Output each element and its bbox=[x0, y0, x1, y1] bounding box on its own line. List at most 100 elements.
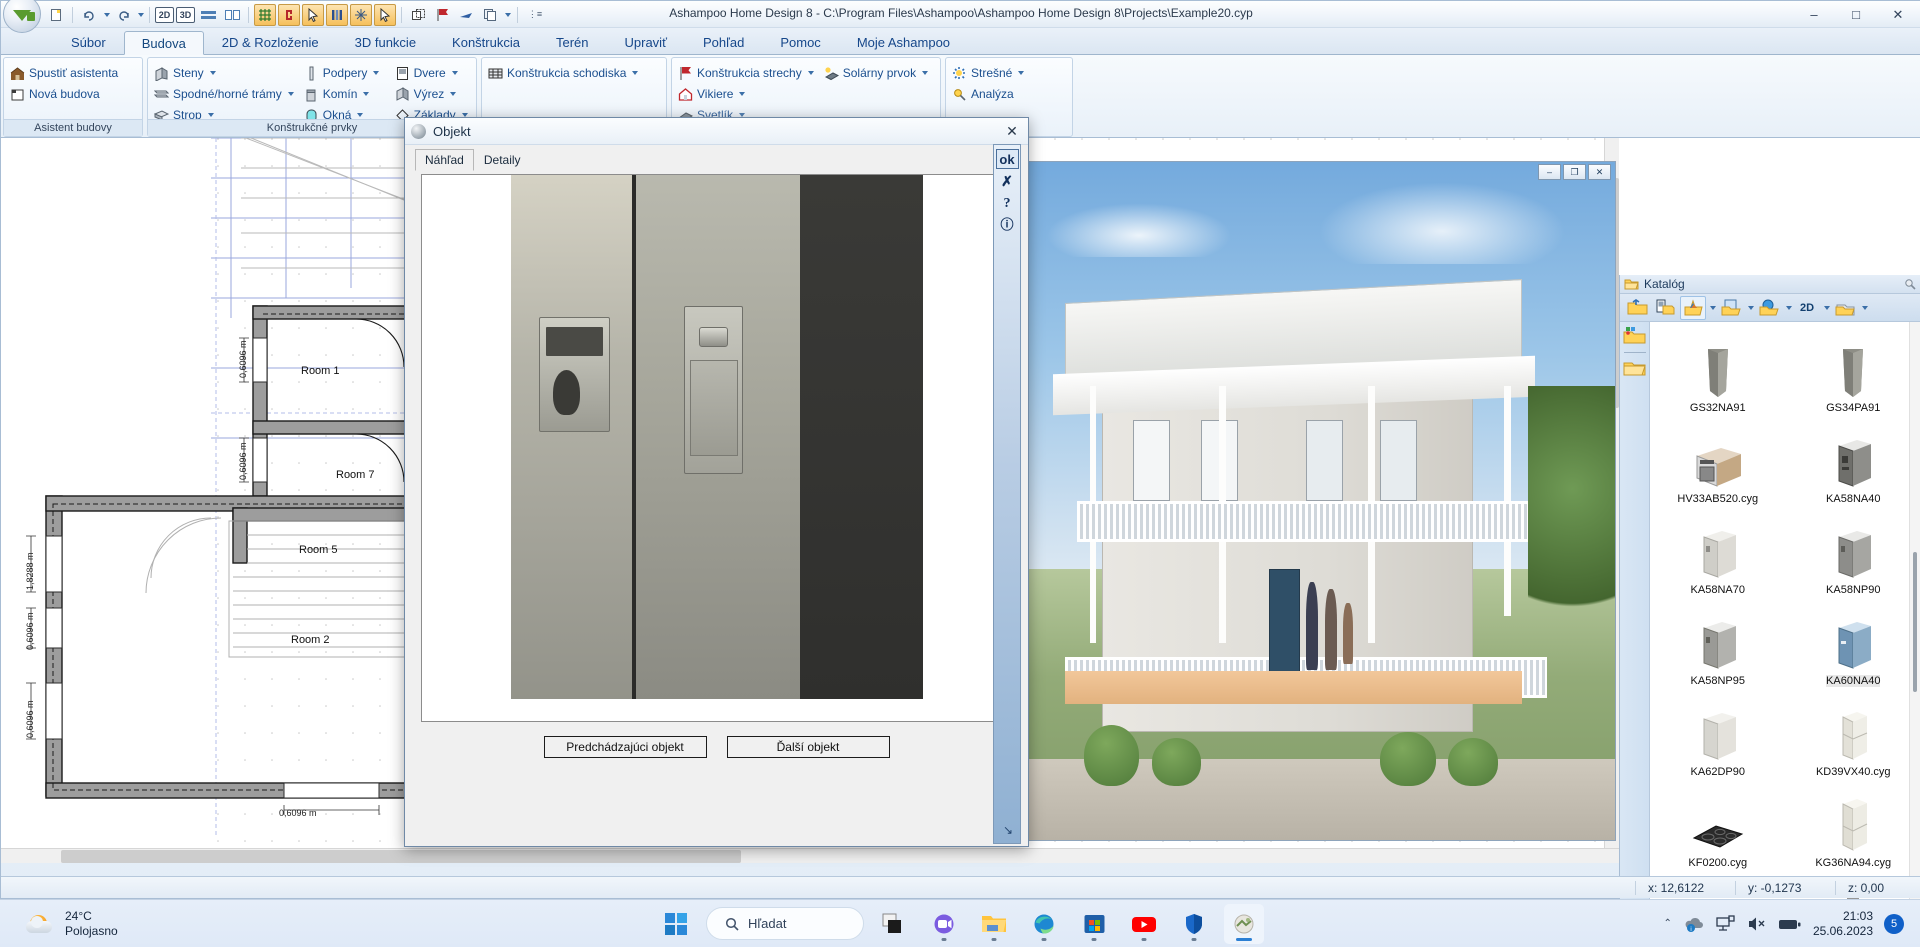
weather-widget[interactable]: 24°C Polojasno bbox=[26, 909, 118, 939]
catalog-item-grid[interactable]: GS32NA91 GS34PA91 HV33AB520.cyg KA58NA40… bbox=[1650, 322, 1920, 947]
catalog-item-selected[interactable]: KA60NA40 bbox=[1786, 601, 1920, 692]
chevron-down-icon[interactable] bbox=[357, 113, 364, 117]
ribbon-item-spustit-asistenta[interactable]: Spustiť asistenta bbox=[10, 64, 136, 82]
chevron-down-icon[interactable] bbox=[287, 92, 294, 96]
tab-upravit[interactable]: Upraviť bbox=[607, 30, 685, 54]
catalog-item[interactable]: HV33AB520.cyg bbox=[1650, 419, 1786, 510]
catalog-item[interactable]: KA58NP95 bbox=[1650, 601, 1786, 692]
chevron-down-icon[interactable] bbox=[1018, 71, 1025, 75]
catalog-item[interactable]: KF0200.cyg bbox=[1650, 783, 1786, 874]
catalog-properties-icon[interactable] bbox=[1623, 326, 1647, 346]
search-input[interactable]: Hľadat bbox=[706, 907, 864, 940]
maximize-button[interactable]: □ bbox=[1835, 4, 1877, 26]
catalog-materials-icon[interactable] bbox=[1756, 296, 1782, 320]
catalog-textures-icon[interactable] bbox=[1718, 296, 1744, 320]
catalog-item[interactable]: KA58NA70 bbox=[1650, 510, 1786, 601]
chevron-down-icon[interactable] bbox=[209, 71, 216, 75]
catalog-doors-icon[interactable] bbox=[1652, 296, 1678, 320]
catalog-root-icon[interactable] bbox=[1624, 296, 1650, 320]
ok-button[interactable]: ok bbox=[995, 149, 1019, 169]
teams-button[interactable] bbox=[924, 904, 964, 944]
chevron-down-icon[interactable] bbox=[739, 92, 746, 96]
edge-button[interactable] bbox=[1024, 904, 1064, 944]
start-button[interactable] bbox=[656, 904, 696, 944]
ribbon-item-stresne[interactable]: Strešné bbox=[952, 64, 1066, 82]
catalog-materials-dropdown-icon[interactable] bbox=[1786, 305, 1792, 310]
ribbon-item-konstrukcia-strechy[interactable]: Konštrukcia strechy bbox=[678, 64, 814, 82]
catalog-item[interactable]: KA58NA40 bbox=[1786, 419, 1920, 510]
volume-muted-icon[interactable] bbox=[1747, 915, 1767, 933]
catalog-groups-dropdown-icon[interactable] bbox=[1862, 305, 1868, 310]
catalog-item[interactable]: GS32NA91 bbox=[1650, 328, 1786, 419]
catalog-item[interactable]: KA62DP90 bbox=[1650, 692, 1786, 783]
dialog-close-button[interactable]: ✕ bbox=[1000, 122, 1024, 141]
catalog-2d-dropdown-icon[interactable] bbox=[1824, 305, 1830, 310]
pin-icon[interactable] bbox=[1903, 277, 1917, 291]
ribbon-item-dvere[interactable]: Dvere bbox=[395, 64, 470, 82]
info-button[interactable]: ⓘ bbox=[1000, 218, 1013, 231]
chevron-down-icon[interactable] bbox=[373, 71, 380, 75]
ribbon-item-komin[interactable]: Komín bbox=[304, 85, 385, 103]
tray-expand-icon[interactable]: ⌃ bbox=[1664, 918, 1672, 929]
ashampoo-home-design-button[interactable] bbox=[1224, 903, 1264, 944]
catalog-2d-icon[interactable]: 2D bbox=[1794, 296, 1820, 320]
scroll-thumb[interactable] bbox=[1913, 552, 1917, 692]
catalog-item[interactable]: KG36NA94.cyg bbox=[1786, 783, 1920, 874]
tab-teren[interactable]: Terén bbox=[538, 30, 607, 54]
catalog-item[interactable]: KD39VX40.cyg bbox=[1786, 692, 1920, 783]
horizontal-scrollbar[interactable] bbox=[1, 848, 1619, 863]
catalog-textures-dropdown-icon[interactable] bbox=[1748, 305, 1754, 310]
ribbon-item-konstrukcia-schodiska[interactable]: Konštrukcia schodiska bbox=[488, 64, 660, 82]
chevron-down-icon[interactable] bbox=[451, 71, 458, 75]
3d-minimize-button[interactable]: – bbox=[1538, 164, 1561, 180]
dialog-tab-nahlad[interactable]: Náhľad bbox=[415, 149, 474, 171]
tab-pohlad[interactable]: Pohľad bbox=[685, 30, 762, 54]
ribbon-item-analyza[interactable]: Analýza bbox=[952, 85, 1066, 103]
3d-view-window[interactable]: – ❐ ✕ bbox=[996, 161, 1616, 841]
previous-object-button[interactable]: Predchádzajúci objekt bbox=[543, 736, 707, 758]
tab-moje-ashampoo[interactable]: Moje Ashampoo bbox=[839, 30, 968, 54]
youtube-button[interactable] bbox=[1124, 904, 1164, 944]
taskbar-clock[interactable]: 21:03 25.06.2023 bbox=[1813, 909, 1873, 939]
tab-2d-rozlozenie[interactable]: 2D & Rozloženie bbox=[204, 30, 337, 54]
ribbon-item-nova-budova[interactable]: Nová budova bbox=[10, 85, 136, 103]
tab-subor[interactable]: Súbor bbox=[53, 30, 124, 54]
chevron-down-icon[interactable] bbox=[807, 71, 814, 75]
ribbon-item-solarny-prvok[interactable]: Solárny prvok bbox=[824, 64, 934, 82]
taskview-button[interactable] bbox=[874, 904, 914, 944]
ribbon-item-steny[interactable]: Steny bbox=[154, 64, 294, 82]
notification-badge[interactable]: 5 bbox=[1884, 913, 1904, 934]
chevron-down-icon[interactable] bbox=[363, 92, 370, 96]
3d-restore-button[interactable]: ❐ bbox=[1563, 164, 1586, 180]
dialog-resize-handle[interactable]: ↘ bbox=[1003, 823, 1013, 837]
ribbon-item-vikiere[interactable]: Vikiere bbox=[678, 85, 814, 103]
tab-3d-funkcie[interactable]: 3D funkcie bbox=[337, 30, 434, 54]
chevron-down-icon[interactable] bbox=[450, 92, 457, 96]
dialog-tab-detaily[interactable]: Detaily bbox=[474, 149, 531, 171]
close-button[interactable]: ✕ bbox=[1877, 4, 1919, 26]
onedrive-icon[interactable]: i bbox=[1683, 915, 1705, 933]
catalog-item[interactable]: KA58NP90 bbox=[1786, 510, 1920, 601]
file-explorer-button[interactable] bbox=[974, 904, 1014, 944]
catalog-folder-icon[interactable] bbox=[1623, 359, 1647, 379]
catalog-objects-dropdown-icon[interactable] bbox=[1710, 305, 1716, 310]
catalog-objects-icon[interactable] bbox=[1680, 295, 1706, 320]
ribbon-item-spodne-horne-tramy[interactable]: Spodné/horné trámy bbox=[154, 85, 294, 103]
microsoft-store-button[interactable] bbox=[1074, 904, 1114, 944]
cancel-button[interactable]: ✗ bbox=[1001, 176, 1013, 190]
object-preview[interactable] bbox=[421, 174, 1013, 722]
ribbon-item-vyrez[interactable]: Výrez bbox=[395, 85, 470, 103]
chevron-down-icon[interactable] bbox=[922, 71, 929, 75]
catalog-groups-icon[interactable] bbox=[1832, 296, 1858, 320]
ribbon-item-podpery[interactable]: Podpery bbox=[304, 64, 385, 82]
chevron-down-icon[interactable] bbox=[207, 113, 214, 117]
next-object-button[interactable]: Ďalší objekt bbox=[726, 736, 890, 758]
tab-budova[interactable]: Budova bbox=[123, 31, 204, 55]
security-button[interactable] bbox=[1174, 904, 1214, 944]
tab-konstrukcia[interactable]: Konštrukcia bbox=[434, 30, 538, 54]
chevron-down-icon[interactable] bbox=[632, 71, 639, 75]
catalog-scrollbar[interactable] bbox=[1909, 322, 1920, 947]
scroll-thumb[interactable] bbox=[61, 850, 741, 863]
battery-icon[interactable] bbox=[1778, 915, 1802, 933]
tab-pomoc[interactable]: Pomoc bbox=[762, 30, 838, 54]
